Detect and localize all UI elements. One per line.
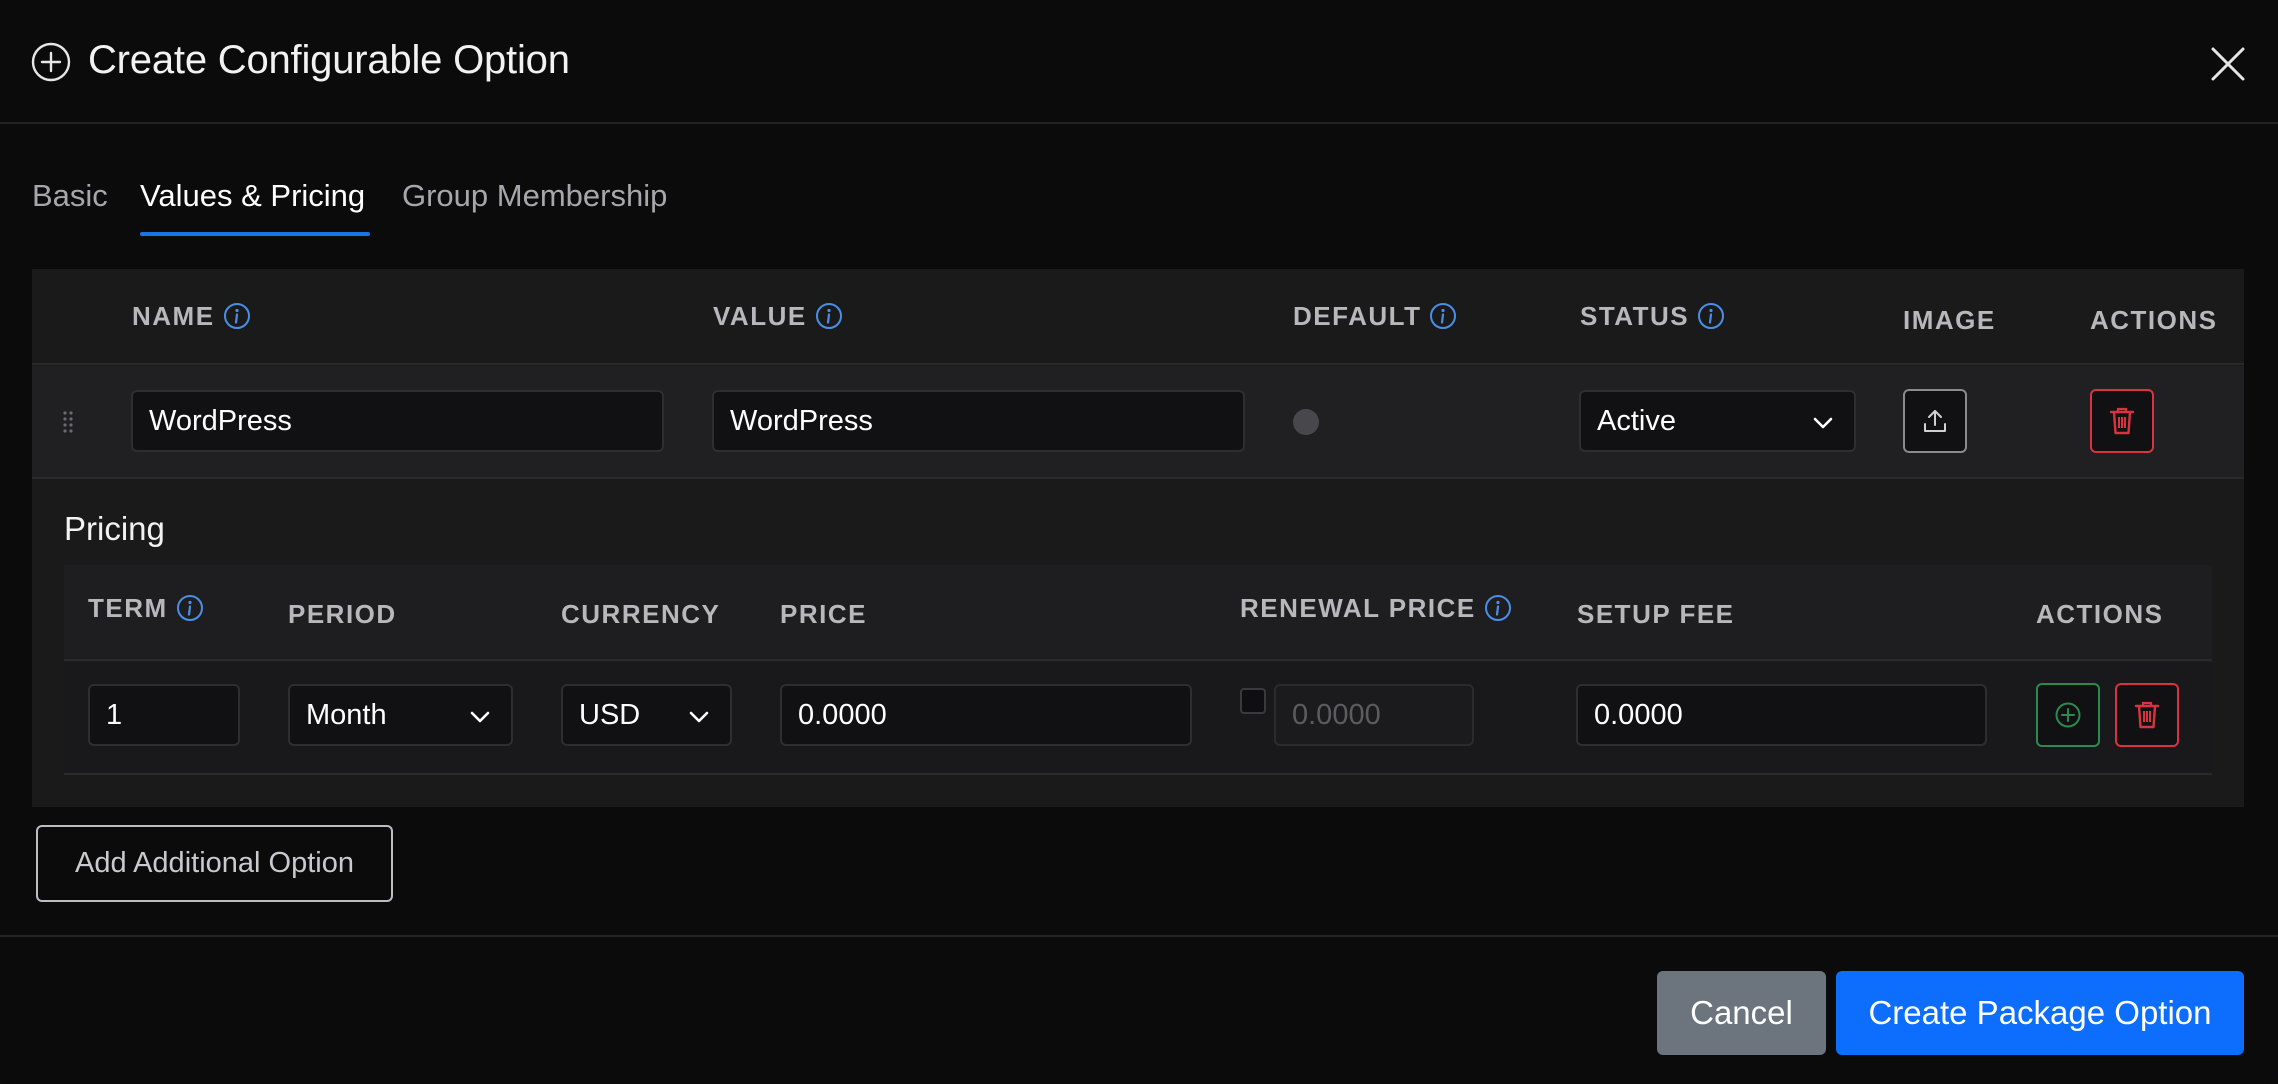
plus-circle-icon <box>31 42 71 82</box>
close-icon[interactable] <box>2208 44 2248 84</box>
active-tab-indicator <box>140 232 370 236</box>
term-input[interactable]: 1 <box>88 684 240 746</box>
tab-group-membership[interactable]: Group Membership <box>402 178 667 214</box>
add-pricing-row-button[interactable] <box>2036 683 2100 747</box>
header-renewal-price: RENEWAL PRICE <box>1240 593 1512 624</box>
default-radio[interactable] <box>1293 409 1319 435</box>
delete-pricing-row-button[interactable] <box>2115 683 2179 747</box>
currency-select[interactable]: USD <box>561 684 732 746</box>
period-select[interactable]: Month <box>288 684 513 746</box>
modal-footer: Cancel Create Package Option <box>0 935 2278 1084</box>
info-icon[interactable] <box>1697 302 1725 330</box>
tab-basic[interactable]: Basic <box>32 178 108 214</box>
price-input[interactable]: 0.0000 <box>780 684 1192 746</box>
header-setup-fee: SETUP FEE <box>1577 599 1735 629</box>
header-name: NAME <box>132 301 251 332</box>
values-panel: NAME VALUE DEFAULT STATUS IMAGE ACTIONS <box>32 269 2244 807</box>
renewal-price-input[interactable]: 0.0000 <box>1274 684 1474 746</box>
setup-fee-input[interactable]: 0.0000 <box>1576 684 1987 746</box>
chevron-down-icon <box>689 711 709 723</box>
value-input[interactable]: WordPress <box>712 390 1245 452</box>
header-image: IMAGE <box>1903 305 1996 335</box>
trash-icon <box>2109 407 2135 435</box>
create-configurable-option-modal: Create Configurable Option Basic Values … <box>0 0 2278 1084</box>
tab-values-pricing[interactable]: Values & Pricing <box>140 178 365 214</box>
info-icon[interactable] <box>1484 594 1512 622</box>
header-period: PERIOD <box>288 599 397 629</box>
modal-header: Create Configurable Option <box>0 0 2278 124</box>
chevron-down-icon <box>470 711 490 723</box>
values-table-header: NAME VALUE DEFAULT STATUS IMAGE ACTIONS <box>32 269 2244 365</box>
info-icon[interactable] <box>223 302 251 330</box>
info-icon[interactable] <box>1429 302 1457 330</box>
modal-title: Create Configurable Option <box>88 38 570 82</box>
value-row: WordPress WordPress Active <box>32 366 2244 479</box>
drag-handle-icon[interactable] <box>62 410 74 436</box>
delete-value-button[interactable] <box>2090 389 2154 453</box>
info-icon[interactable] <box>815 302 843 330</box>
pricing-table-header: TERM PERIOD CURRENCY PRICE RENEWAL PRICE… <box>64 565 2212 661</box>
pricing-table: TERM PERIOD CURRENCY PRICE RENEWAL PRICE… <box>64 565 2212 775</box>
upload-icon <box>1924 410 1946 432</box>
header-currency: CURRENCY <box>561 599 721 629</box>
plus-circle-icon <box>2055 702 2081 728</box>
header-status: STATUS <box>1580 301 1725 332</box>
create-package-option-button[interactable]: Create Package Option <box>1836 971 2244 1055</box>
status-select[interactable]: Active <box>1579 390 1856 452</box>
cancel-button[interactable]: Cancel <box>1657 971 1826 1055</box>
name-input[interactable]: WordPress <box>131 390 664 452</box>
header-term: TERM <box>88 593 204 624</box>
chevron-down-icon <box>1813 417 1833 429</box>
pricing-row: 1 Month USD 0.0000 0.0000 0.0000 <box>64 662 2212 775</box>
header-price: PRICE <box>780 599 867 629</box>
upload-image-button[interactable] <box>1903 389 1967 453</box>
header-actions: ACTIONS <box>2090 305 2218 335</box>
pricing-section-title: Pricing <box>64 510 165 547</box>
renewal-price-checkbox[interactable] <box>1240 688 1266 714</box>
trash-icon <box>2134 701 2160 729</box>
header-default: DEFAULT <box>1293 301 1457 332</box>
header-pricing-actions: ACTIONS <box>2036 599 2164 629</box>
add-additional-option-button[interactable]: Add Additional Option <box>36 825 393 902</box>
header-value: VALUE <box>713 301 843 332</box>
info-icon[interactable] <box>176 594 204 622</box>
